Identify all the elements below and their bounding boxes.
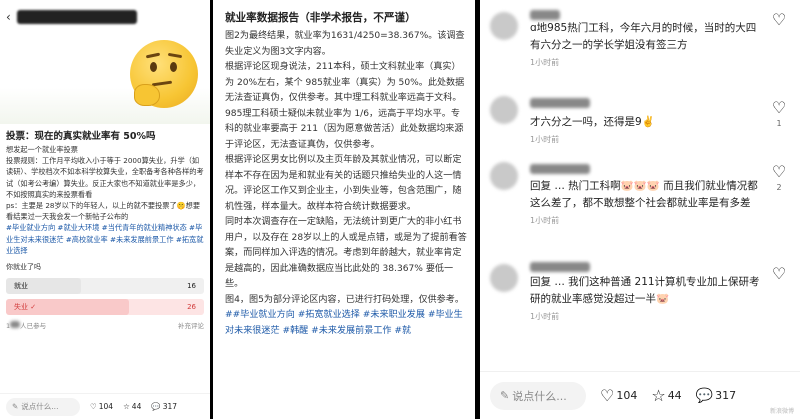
comment-bubble-icon: 💬 <box>151 402 161 411</box>
post-paragraph: 投票规则：工作月平均收入小于等于 2000算失业，升学（如读研）、学校档次不如本… <box>6 156 204 199</box>
comment-text: 才六分之一吗，还得是9✌️ <box>530 116 655 128</box>
bottom-bar: ✎ 说点什么... ♡ 104 ☆ 44 💬 317 <box>480 371 800 419</box>
comment-input-placeholder: 说点什么... <box>21 402 59 411</box>
redacted-username <box>530 262 590 272</box>
avatar[interactable] <box>490 264 518 292</box>
poll-question: 你就业了吗 <box>6 263 41 272</box>
post-paragraph: ps：主要是 28岁以下的年轻人，以上的就不要投票了🤫想要看结果过一天我会发一个… <box>6 201 201 222</box>
comments-panel: ɑ地985热门工科，今年六月的时候，当时的大四有六分之一的学长学姐没有签三方 1… <box>480 0 800 419</box>
heart-icon: ♡ <box>771 264 787 283</box>
pencil-icon: ✎ <box>12 402 19 411</box>
post-hero-image <box>0 34 210 124</box>
avatar[interactable] <box>490 162 518 190</box>
like-count: 104 <box>98 402 114 411</box>
comment-like-button[interactable]: ♡ <box>770 10 788 29</box>
poll-option-unemployed[interactable]: 失业 ✓ 26 <box>6 299 204 316</box>
poll-footer: 1 人已参与 补充评论 <box>6 320 204 330</box>
comment-item: 回复 … 热门工科啊🐷🐷🐷 而且我们就业情况都这么差了，都不敢想整个社会都就业率… <box>480 156 800 256</box>
redacted-username <box>530 164 590 174</box>
redacted-author <box>16 10 137 24</box>
favorite-button[interactable]: ☆ 44 <box>651 386 681 405</box>
poll-participants: 人已参与 <box>20 322 47 331</box>
back-icon[interactable]: ‹ <box>6 10 11 24</box>
like-button[interactable]: ♡ 104 <box>90 402 113 411</box>
pencil-icon: ✎ <box>500 389 510 402</box>
poll-option-count: 26 <box>187 303 196 312</box>
heart-icon: ♡ <box>90 402 97 411</box>
poll-option-employed[interactable]: 就业 16 <box>6 278 204 295</box>
comment-time: 1小时前 <box>530 216 560 225</box>
comment-like-button[interactable]: ♡ 1 <box>770 98 788 128</box>
heart-icon: ♡ <box>771 98 787 117</box>
report-paragraph: 根据评论区男女比例以及主页年龄及其就业情况，可以断定样本不存在因为是和就业有关的… <box>225 155 462 212</box>
comment-like-button[interactable]: ♡ 2 <box>770 162 788 192</box>
comment-time: 1小时前 <box>530 58 560 67</box>
comment-input-placeholder: 说点什么... <box>512 389 567 403</box>
poll-note[interactable]: 补充评论 <box>178 320 204 330</box>
redacted-count <box>10 321 21 329</box>
comment-like-count: 2 <box>776 183 782 192</box>
comment-input[interactable]: ✎ 说点什么... <box>6 397 80 416</box>
poll-option-label: 失业 ✓ <box>14 303 37 312</box>
comment-time: 1小时前 <box>530 312 560 321</box>
comment-like-count: 1 <box>776 119 782 128</box>
report-paragraph: 根据评论区现身说法，211本科，硕士文科就业率（真实）为 20%左右，某个 98… <box>225 62 465 150</box>
favorite-count: 44 <box>667 389 682 402</box>
watermark: 新浪微博 <box>769 408 794 415</box>
comment-text: 回复 … 我们这种普通 211计算机专业加上保研考研的就业率感觉没超过一半🐷 <box>530 276 760 305</box>
comment-text: 回复 … 热门工科啊🐷🐷🐷 而且我们就业情况都这么差了，都不敢想整个社会都就业率… <box>530 180 758 209</box>
star-icon: ☆ <box>651 386 666 405</box>
comment-text: ɑ地985热门工科，今年六月的时候，当时的大四有六分之一的学长学姐没有签三方 <box>530 22 757 51</box>
redacted-username <box>530 10 560 20</box>
avatar[interactable] <box>490 96 518 124</box>
comment-item: ɑ地985热门工科，今年六月的时候，当时的大四有六分之一的学长学姐没有签三方 1… <box>480 8 800 78</box>
favorite-button[interactable]: ☆ 44 <box>123 402 141 411</box>
comment-count: 317 <box>715 389 737 402</box>
heart-icon: ♡ <box>600 386 615 405</box>
poll-option-count: 16 <box>187 282 196 291</box>
heart-icon: ♡ <box>771 10 787 29</box>
comment-time: 1小时前 <box>530 135 560 144</box>
comment-bubble-icon: 💬 <box>695 387 714 404</box>
avatar[interactable] <box>490 12 518 40</box>
poll-card: 你就业了吗 就业 16 失业 ✓ 26 1 人已参与 补充评论 <box>6 262 204 330</box>
like-count: 104 <box>616 389 638 402</box>
post-panel-poll: ‹ 投票：现在的真实就业率有 50%吗 想发起一个就业率投票 投票规则：工作月平… <box>0 0 210 419</box>
bottom-bar: ✎ 说点什么... ♡ 104 ☆ 44 💬 317 <box>0 393 210 419</box>
report-paragraph: 图2为最终结果，就业率为1631/4250=38.367%。该调查失业定义为图3… <box>225 31 465 57</box>
post-title: 投票：现在的真实就业率有 50%吗 <box>6 131 156 142</box>
report-paragraph: 图4，图5为部分评论区内容，已进行打码处理，仅供参考。 <box>225 294 464 305</box>
comment-item: 回复 … 我们这种普通 211计算机专业加上保研考研的就业率感觉没超过一半🐷 1… <box>480 258 800 358</box>
like-button[interactable]: ♡ 104 <box>600 386 637 405</box>
post-header: ‹ <box>0 0 210 34</box>
comment-item: 才六分之一吗，还得是9✌️ 1小时前 ♡ 1 <box>480 92 800 152</box>
post-panel-report: 就业率数据报告（非学术报告，不严谨） 图2为最终结果，就业率为1631/4250… <box>213 0 475 419</box>
comment-button[interactable]: 💬 317 <box>696 388 736 404</box>
poll-option-label: 就业 <box>14 282 28 291</box>
comment-input[interactable]: ✎ 说点什么... <box>490 381 586 410</box>
post-tags[interactable]: #毕业就业方向 #就业大环境 #当代青年的就业精神状态 #毕业生对未来很迷茫 #… <box>0 222 210 256</box>
report-title: 就业率数据报告（非学术报告，不严谨） <box>225 12 416 24</box>
favorite-count: 44 <box>131 402 142 411</box>
heart-icon: ♡ <box>771 162 787 181</box>
post-paragraph: 想发起一个就业率投票 <box>6 145 78 154</box>
report-tags[interactable]: ##毕业就业方向 #拓宽就业选择 #未来职业发展 #毕业生对未来很迷茫 #韩醒 … <box>213 308 475 339</box>
star-icon: ☆ <box>123 402 130 411</box>
comment-button[interactable]: 💬 317 <box>151 402 177 411</box>
comment-count: 317 <box>162 402 178 411</box>
comment-like-button[interactable]: ♡ <box>770 264 788 283</box>
redacted-username <box>530 98 590 108</box>
report-paragraph: 同时本次调查存在一定缺陷，无法统计到更广大的非小红书用户，以及存在 28岁以上的… <box>225 217 467 289</box>
thinking-face-icon <box>130 40 198 108</box>
